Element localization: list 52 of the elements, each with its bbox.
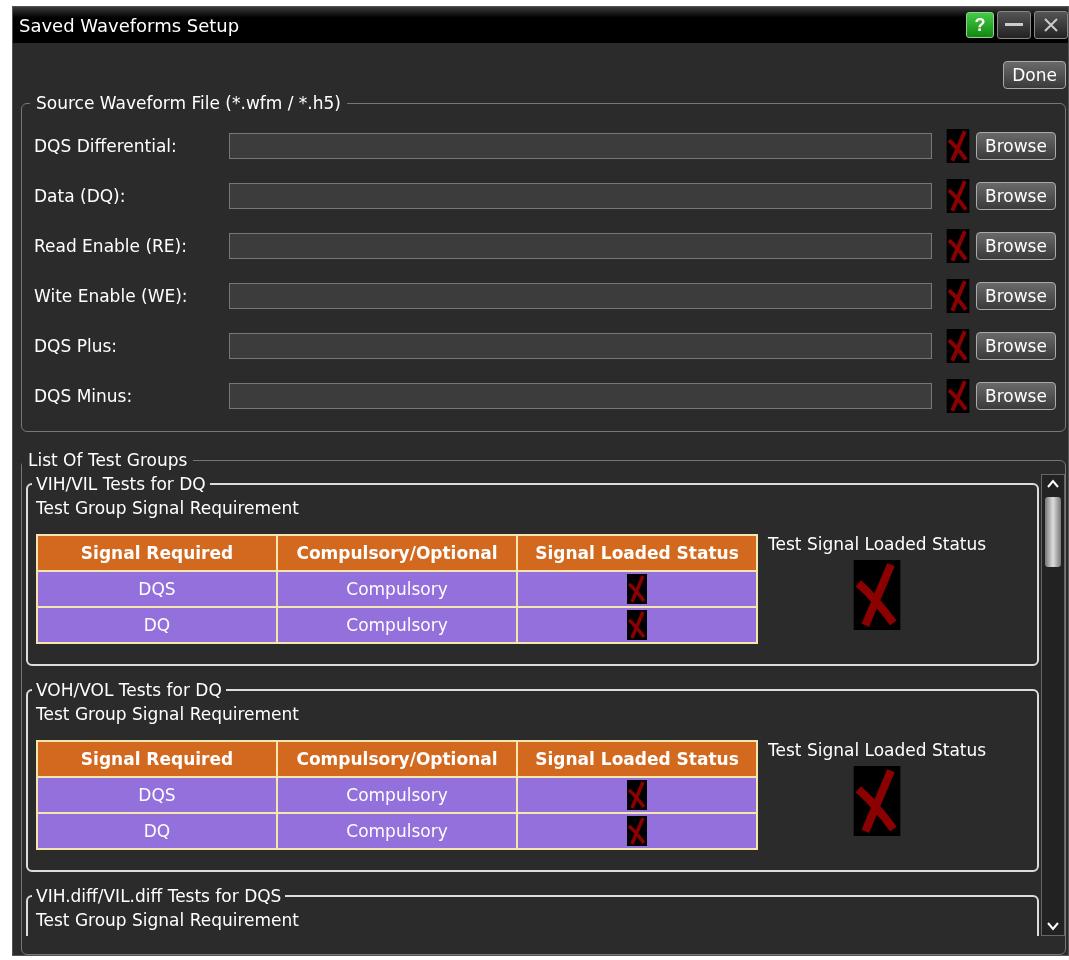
test-group-subtitle: Test Group Signal Requirement xyxy=(36,910,300,930)
status-label: Test Signal Loaded Status xyxy=(768,534,987,554)
group-legend: List Of Test Groups xyxy=(22,450,194,470)
status-label: Test Signal Loaded Status xyxy=(768,740,987,760)
file-path-field[interactable] xyxy=(229,283,932,309)
scroll-down-icon[interactable] xyxy=(1047,921,1059,931)
field-label: Read Enable (RE): xyxy=(34,236,188,256)
test-group-subtitle: Test Group Signal Requirement xyxy=(36,498,300,518)
scrollbar[interactable] xyxy=(1041,474,1065,936)
done-button[interactable]: Done xyxy=(1003,61,1066,89)
table-cell: Compulsory xyxy=(277,607,517,643)
test-group-title: VIH.diff/VIL.diff Tests for DQS xyxy=(35,886,283,906)
column-header: Signal Loaded Status xyxy=(517,741,757,777)
file-path-field[interactable] xyxy=(229,233,932,259)
field-label: Data (DQ): xyxy=(34,186,127,206)
table-cell: Compulsory xyxy=(277,813,517,849)
column-header: Compulsory/Optional xyxy=(277,741,517,777)
column-header: Compulsory/Optional xyxy=(277,535,517,571)
table-cell: Compulsory xyxy=(277,571,517,607)
field-label: DQS Plus: xyxy=(34,336,118,356)
scroll-up-icon[interactable] xyxy=(1047,479,1059,489)
file-path-field[interactable] xyxy=(229,383,932,409)
table-cell: DQ xyxy=(37,607,277,643)
browse-button[interactable]: Browse xyxy=(976,232,1056,260)
browse-button[interactable]: Browse xyxy=(976,132,1056,160)
field-label: Wite Enable (WE): xyxy=(34,286,189,306)
file-path-field[interactable] xyxy=(229,183,932,209)
scroll-thumb[interactable] xyxy=(1045,497,1061,567)
close-icon xyxy=(1044,18,1058,32)
browse-button[interactable]: Browse xyxy=(976,282,1056,310)
field-label: DQS Differential: xyxy=(34,136,178,156)
browse-button[interactable]: Browse xyxy=(976,382,1056,410)
browse-button[interactable]: Browse xyxy=(976,332,1056,360)
file-path-field[interactable] xyxy=(229,333,932,359)
column-header: Signal Loaded Status xyxy=(517,535,757,571)
table-cell: DQS xyxy=(37,777,277,813)
table-cell: DQ xyxy=(37,813,277,849)
browse-button[interactable]: Browse xyxy=(976,182,1056,210)
minimize-icon xyxy=(1005,23,1023,27)
group-legend: Source Waveform File (*.wfm / *.h5) xyxy=(30,93,347,113)
field-label: DQS Minus: xyxy=(34,386,134,406)
test-group-title: VIH/VIL Tests for DQ xyxy=(35,474,207,494)
table-cell: Compulsory xyxy=(277,777,517,813)
window-title: Saved Waveforms Setup xyxy=(19,14,240,36)
minimize-button[interactable] xyxy=(997,11,1031,39)
column-header: Signal Required xyxy=(37,535,277,571)
test-group-subtitle: Test Group Signal Requirement xyxy=(36,704,300,724)
close-button[interactable] xyxy=(1034,11,1068,39)
column-header: Signal Required xyxy=(37,741,277,777)
table-cell: DQS xyxy=(37,571,277,607)
test-group-title: VOH/VOL Tests for DQ xyxy=(35,680,223,700)
file-path-field[interactable] xyxy=(229,133,932,159)
